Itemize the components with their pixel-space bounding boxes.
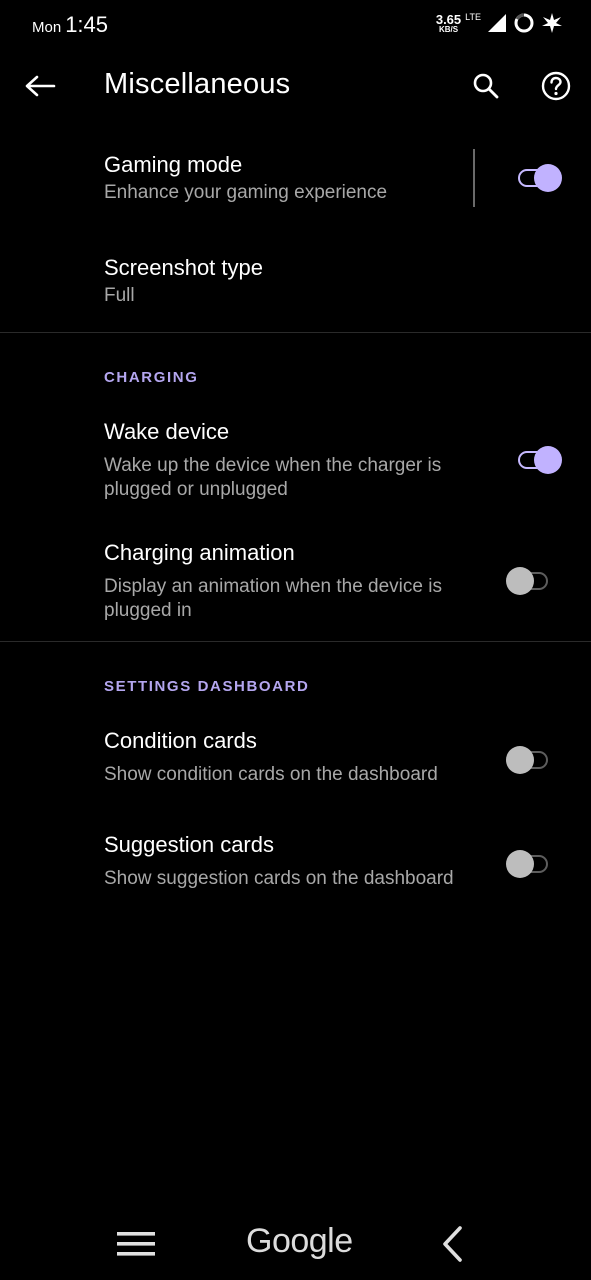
charging-animation-summary: Display an animation when the device is … — [104, 576, 442, 621]
screenshot-type-summary: Full — [104, 285, 135, 306]
net-speed-value: 3.65 — [435, 11, 462, 27]
gaming-mode-switch[interactable] — [514, 162, 562, 194]
condition-cards-title: Condition cards — [104, 728, 257, 753]
nav-back-button[interactable] — [428, 1220, 476, 1268]
switch-thumb — [506, 567, 534, 595]
suggestion-cards-title: Suggestion cards — [104, 832, 274, 857]
gaming-mode-title: Gaming mode — [104, 152, 243, 177]
charging-section-header: CHARGING — [104, 369, 199, 386]
chevron-left-icon — [443, 1226, 462, 1262]
dashboard-section-header: SETTINGS DASHBOARD — [104, 678, 310, 695]
switch-thumb — [534, 446, 562, 474]
back-arrow-icon — [25, 75, 56, 97]
status-day: Mon — [32, 19, 62, 36]
battery-ring-icon — [514, 13, 534, 33]
status-time: 1:45 — [65, 12, 109, 37]
suggestion-cards-switch[interactable] — [506, 848, 554, 880]
net-speed-unit: KB/S — [438, 24, 459, 34]
signal-icon — [488, 14, 506, 32]
network-type: LTE — [465, 12, 481, 22]
leaf-icon — [542, 13, 562, 33]
search-button[interactable] — [462, 62, 510, 110]
wake-device-switch[interactable] — [514, 444, 562, 476]
screenshot-type-title: Screenshot type — [104, 255, 263, 280]
condition-cards-summary: Show condition cards on the dashboard — [104, 764, 438, 785]
condition-cards-item[interactable] — [0, 720, 591, 800]
gaming-mode-summary: Enhance your gaming experience — [104, 182, 388, 203]
page-title: Miscellaneous — [104, 68, 291, 100]
help-button[interactable] — [532, 62, 580, 110]
vertical-divider — [473, 149, 475, 207]
wake-device-title: Wake device — [104, 419, 230, 444]
help-icon — [541, 71, 571, 101]
net-speed-indicator: 3.65 KB/S — [436, 13, 461, 34]
back-button[interactable] — [16, 62, 64, 110]
charging-animation-title: Charging animation — [104, 540, 295, 565]
search-icon — [473, 73, 499, 99]
screenshot-type-item[interactable] — [0, 240, 591, 320]
switch-thumb — [506, 850, 534, 878]
switch-thumb — [534, 164, 562, 192]
status-icons: 3.65 KB/S LTE — [436, 10, 563, 36]
condition-cards-switch[interactable] — [506, 744, 554, 776]
hamburger-icon — [117, 1232, 155, 1256]
suggestion-cards-summary: Show suggestion cards on the dashboard — [104, 868, 454, 889]
section-divider — [0, 641, 591, 642]
section-divider — [0, 332, 591, 333]
wake-device-summary: Wake up the device when the charger is p… — [104, 455, 442, 500]
status-clock: Mon 1:45 — [32, 12, 108, 38]
home-button[interactable]: Google — [246, 1222, 353, 1261]
charging-animation-switch[interactable] — [506, 565, 554, 597]
switch-thumb — [506, 746, 534, 774]
menu-button[interactable] — [112, 1220, 160, 1268]
